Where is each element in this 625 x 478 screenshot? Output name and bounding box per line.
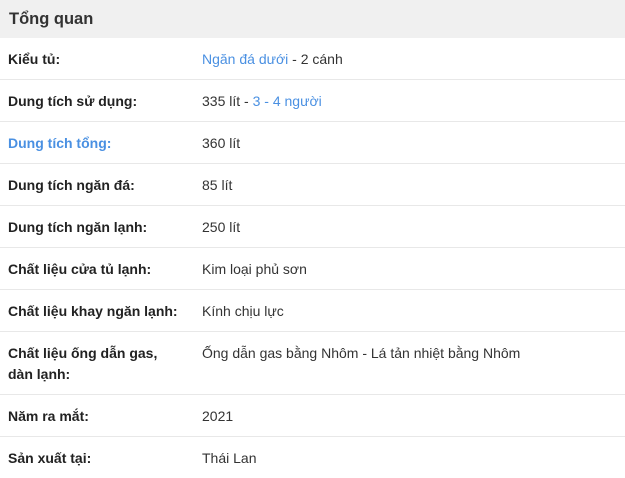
spec-value: Thái Lan — [202, 450, 257, 466]
spec-value-pre: 335 lít — [202, 92, 241, 109]
spec-label: Dung tích ngăn lạnh: — [8, 218, 148, 235]
spec-row-kieu-tu: Kiểu tủ: Ngăn đá dưới - 2 cánh — [0, 38, 625, 80]
spec-value: Kính chịu lực — [202, 302, 284, 319]
overview-panel: Tổng quan Kiểu tủ: Ngăn đá dưới - 2 cánh… — [0, 0, 625, 478]
spec-row-dung-tich-ngan-da: Dung tích ngăn đá: 85 lít — [0, 164, 625, 206]
spec-row-chat-lieu-ong-dan: Chất liệu ống dẫn gas, dàn lạnh: Ống dẫn… — [0, 332, 625, 395]
spec-row-nam-ra-mat: Năm ra mắt: 2021 — [0, 395, 625, 437]
spec-label: Chất liệu khay ngăn lạnh: — [8, 302, 178, 319]
fridge-type-link[interactable]: Ngăn đá dưới — [202, 51, 288, 67]
household-size-link[interactable]: 3 - 4 người — [253, 93, 322, 109]
spec-row-dung-tich-tong: Dung tích tổng: 360 lít — [0, 122, 625, 164]
spec-row-chat-lieu-khay: Chất liệu khay ngăn lạnh: Kính chịu lực — [0, 290, 625, 332]
spec-value: Ngăn đá dưới - 2 cánh — [195, 49, 625, 69]
spec-row-dung-tich-ngan-lanh: Dung tích ngăn lạnh: 250 lít — [0, 206, 625, 248]
panel-title: Tổng quan — [0, 0, 625, 38]
spec-value: 335 lít - 3 - 4 người — [195, 91, 625, 111]
spec-value: 250 lít — [202, 218, 241, 235]
spec-label: Kiểu tủ: — [8, 50, 61, 67]
spec-row-chat-lieu-cua: Chất liệu cửa tủ lạnh: Kim loại phủ sơn — [0, 248, 625, 290]
spec-label: Năm ra mắt: — [8, 407, 89, 424]
spec-value-sep: - — [240, 92, 253, 109]
spec-value: Kim loại phủ sơn — [202, 260, 307, 277]
spec-label: Chất liệu ống dẫn gas, dàn lạnh: — [8, 345, 158, 382]
spec-value: Ống dẫn gas bằng Nhôm - Lá tản nhiệt bằn… — [202, 345, 521, 361]
spec-value: 360 lít — [202, 134, 241, 151]
spec-value: 2021 — [202, 407, 234, 424]
spec-row-san-xuat-tai: Sản xuất tại: Thái Lan — [0, 437, 625, 478]
total-capacity-link[interactable]: Dung tích tổng: — [0, 133, 195, 153]
spec-label: Chất liệu cửa tủ lạnh: — [8, 260, 152, 277]
spec-value-rest: - 2 cánh — [288, 50, 343, 67]
spec-label: Dung tích ngăn đá: — [8, 176, 135, 193]
spec-label: Sản xuất tại: — [8, 450, 92, 466]
spec-value: 85 lít — [202, 176, 233, 193]
spec-row-dung-tich-su-dung: Dung tích sử dụng: 335 lít - 3 - 4 người — [0, 80, 625, 122]
spec-label: Dung tích sử dụng: — [8, 92, 138, 109]
